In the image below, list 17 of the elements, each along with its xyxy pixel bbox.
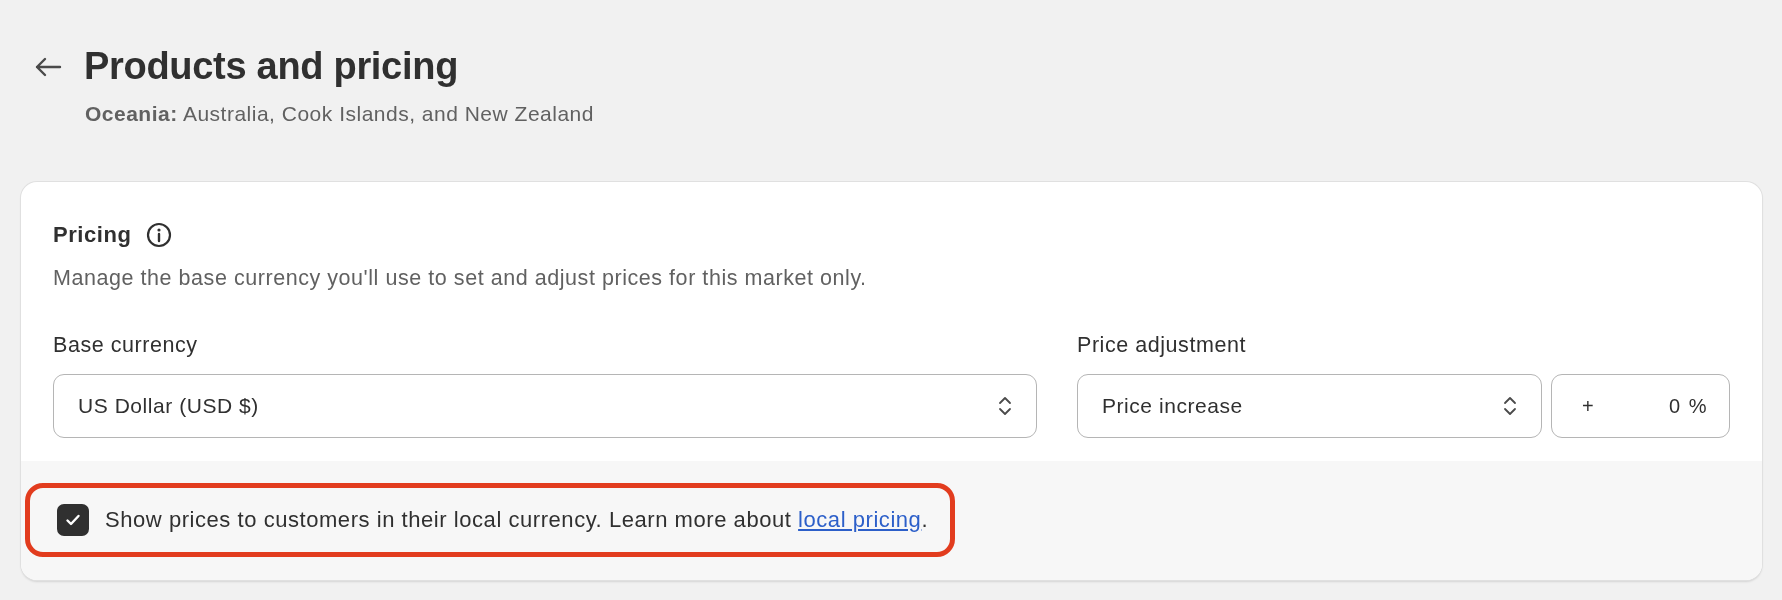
section-description: Manage the base currency you'll use to set and adjust prices for this market only. bbox=[53, 266, 868, 291]
field-label: Price adjustment bbox=[1077, 333, 1247, 358]
percentage-field[interactable]: + 0 % bbox=[1551, 374, 1730, 438]
currency-select[interactable]: US Dollar (USD $) bbox=[53, 374, 1037, 438]
chevron-updown-icon bbox=[1503, 394, 1517, 418]
chevron-updown-icon bbox=[998, 394, 1012, 418]
back-button[interactable] bbox=[34, 55, 62, 78]
checkbox[interactable] bbox=[57, 504, 89, 536]
section-heading: Pricing bbox=[53, 222, 132, 248]
local-pricing-link[interactable]: local pricing bbox=[798, 507, 922, 532]
page-title: Products and pricing bbox=[84, 45, 459, 88]
field-label: Base currency bbox=[53, 333, 199, 358]
checkbox-label: Show prices to customers in their local currency. Learn more about local pricing. bbox=[105, 507, 929, 533]
adjustment-select[interactable]: Price increase bbox=[1077, 374, 1542, 438]
back-arrow-icon bbox=[34, 55, 62, 78]
market-subtitle: Oceania: Australia, Cook Islands, and New Zealand bbox=[85, 102, 595, 126]
info-icon[interactable] bbox=[146, 222, 173, 248]
